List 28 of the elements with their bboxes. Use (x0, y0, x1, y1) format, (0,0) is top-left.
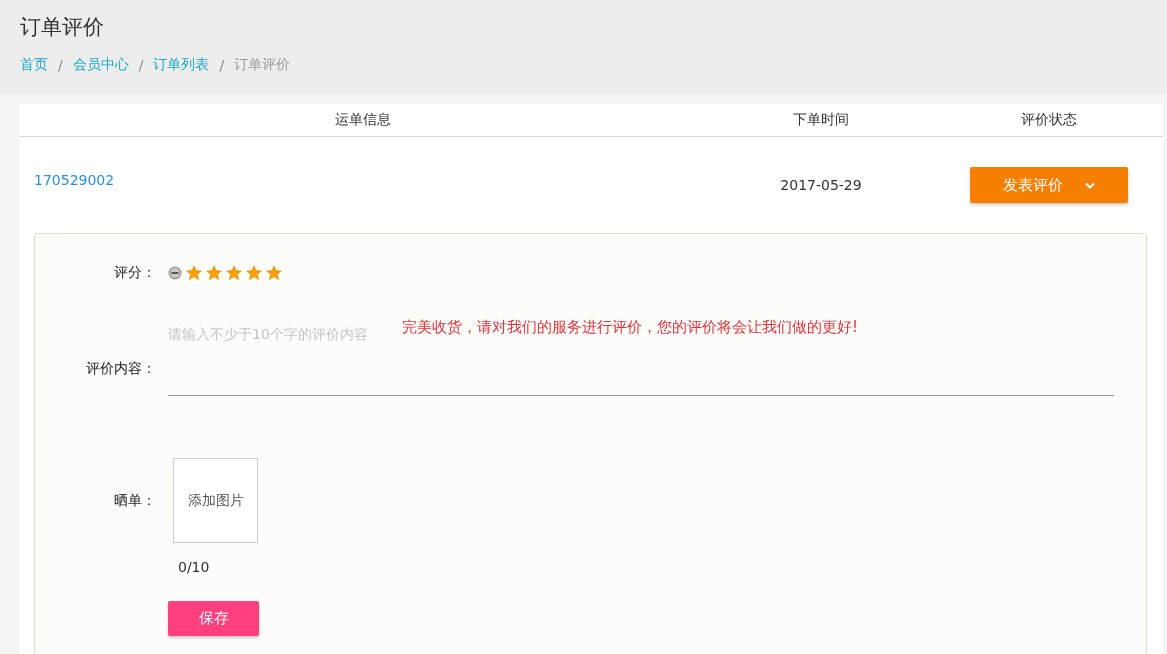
breadcrumb-separator: / (138, 57, 144, 73)
score-label: 评分： (113, 264, 156, 282)
image-count: 0/10 (178, 559, 210, 575)
star-icon[interactable] (206, 265, 222, 281)
column-header: 下单时间 (792, 111, 850, 129)
chevron-icon (1085, 181, 1095, 189)
add-image-button[interactable]: 添加图片 (173, 458, 258, 543)
star-icon[interactable] (186, 265, 202, 281)
breadcrumb-link[interactable]: 会员中心 (72, 56, 129, 74)
photo-label: 晒单： (113, 491, 156, 510)
order-date: 2017-05-29 (779, 177, 863, 193)
page-title: 订单评价 (20, 14, 105, 41)
star-icon[interactable] (226, 265, 242, 281)
clear-rating-icon[interactable] (168, 266, 182, 280)
column-header: 运单信息 (334, 111, 392, 129)
hint-message: 完美收货，请对我们的服务进行评价，您的评价将会让我们做的更好! (402, 318, 858, 337)
star-icon[interactable] (266, 265, 282, 281)
breadcrumb-separator: / (219, 57, 225, 73)
breadcrumb-separator: / (58, 57, 63, 73)
star-icon[interactable] (246, 265, 262, 281)
breadcrumb-current: 订单评价 (234, 56, 291, 74)
column-header: 评价状态 (1020, 111, 1078, 129)
content-label: 评价内容： (85, 360, 156, 378)
breadcrumb-link[interactable]: 首页 (20, 56, 48, 74)
review-button[interactable]: 发表评价 (970, 167, 1128, 203)
breadcrumb-link[interactable]: 订单列表 (153, 56, 210, 74)
save-button[interactable]: 保存 (168, 601, 259, 636)
order-number-link[interactable]: 170529002 (34, 172, 707, 188)
